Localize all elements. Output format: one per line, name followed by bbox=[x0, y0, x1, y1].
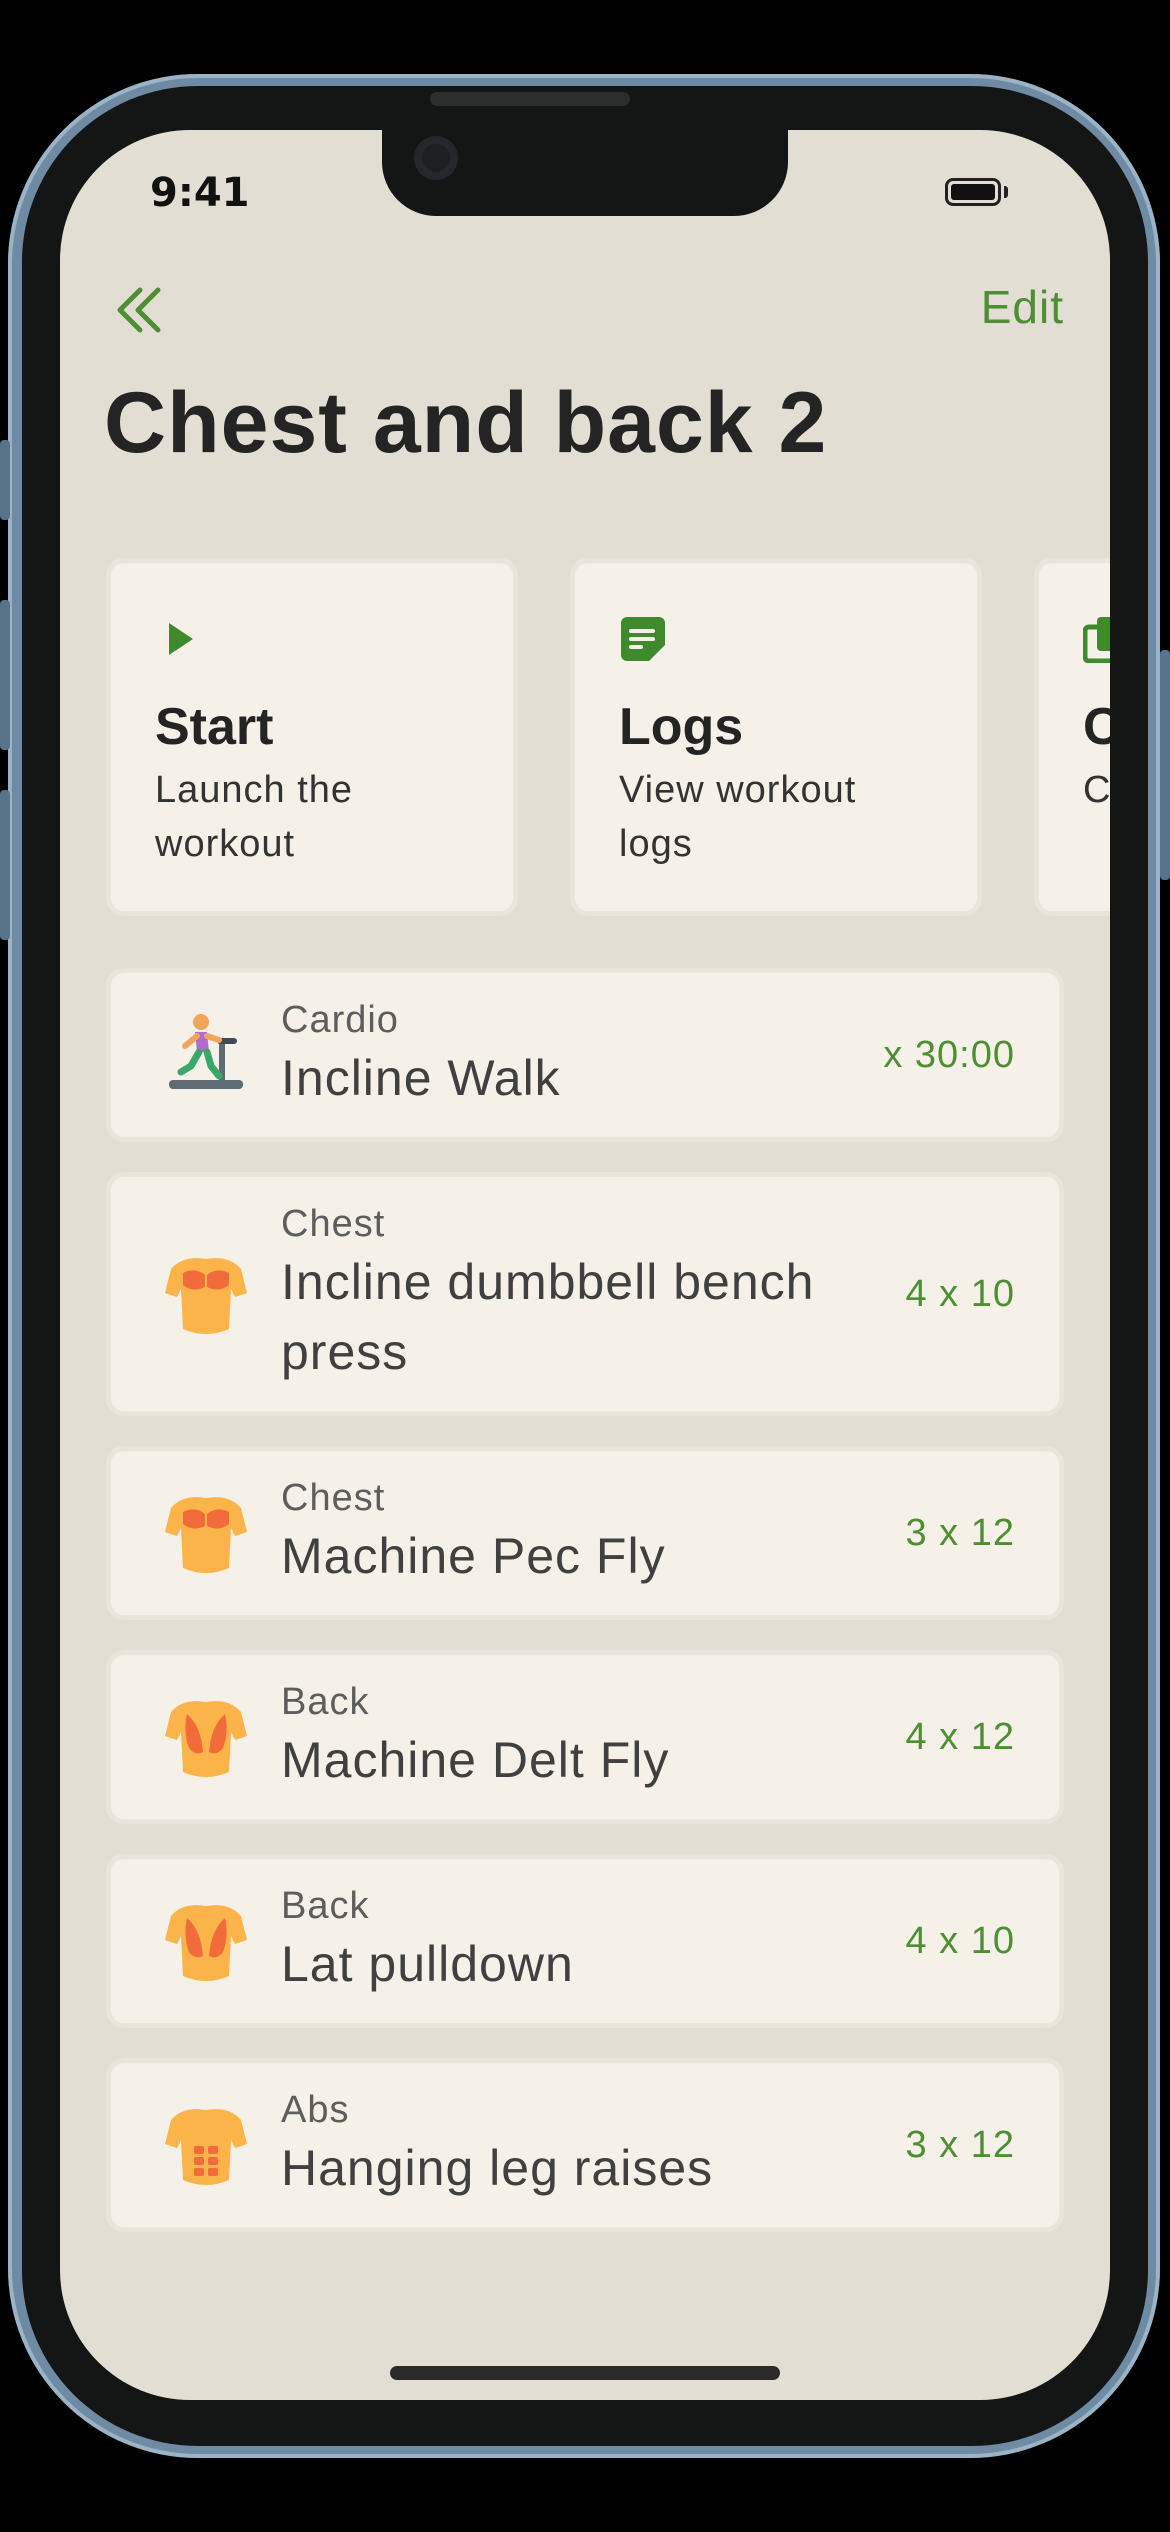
exercise-category: Back bbox=[281, 1681, 370, 1723]
speaker-grille bbox=[430, 92, 630, 106]
exercise-item[interactable]: Back Lat pulldown 4 x 10 bbox=[106, 1854, 1064, 2028]
exercise-name: Incline dumbbell bench press bbox=[281, 1254, 815, 1380]
status-time: 9:41 bbox=[150, 170, 250, 216]
side-button bbox=[1160, 650, 1170, 880]
exercise-category: Chest bbox=[281, 1477, 386, 1519]
exercise-text: Back Lat pulldown bbox=[281, 1883, 885, 1999]
exercise-category: Chest bbox=[281, 1203, 386, 1245]
exercise-sets: 3 x 12 bbox=[905, 2123, 1015, 2166]
battery-cap bbox=[1004, 186, 1008, 198]
edit-button[interactable]: Edit bbox=[981, 280, 1064, 334]
exercise-name: Lat pulldown bbox=[281, 1936, 574, 1992]
exercise-text: Chest Machine Pec Fly bbox=[281, 1475, 885, 1591]
exercise-item[interactable]: Chest Machine Pec Fly 3 x 12 bbox=[106, 1446, 1064, 1620]
exercise-item[interactable]: Abs Hanging leg raises 3 x 12 bbox=[106, 2058, 1064, 2232]
start-card-title: Start bbox=[155, 698, 274, 756]
back-muscle-icon bbox=[165, 1701, 247, 1777]
exercise-name: Machine Pec Fly bbox=[281, 1528, 666, 1584]
exercise-category: Abs bbox=[281, 2089, 350, 2131]
exercise-item[interactable]: Chest Incline dumbbell bench press 4 x 1… bbox=[106, 1172, 1064, 1416]
logs-card[interactable]: Logs View workout logs bbox=[570, 558, 982, 916]
exercise-list: Cardio Incline Walk x 30:00 Chest Inclin… bbox=[106, 968, 1064, 2232]
exercise-text: Cardio Incline Walk bbox=[281, 997, 863, 1113]
exercise-item[interactable]: Cardio Incline Walk x 30:00 bbox=[106, 968, 1064, 1142]
back-muscle-icon bbox=[165, 1905, 247, 1981]
start-card-description: Launch the workout bbox=[155, 769, 354, 865]
exercise-text: Back Machine Delt Fly bbox=[281, 1679, 885, 1795]
front-camera bbox=[414, 136, 458, 180]
exercise-text: Abs Hanging leg raises bbox=[281, 2087, 885, 2203]
side-button bbox=[0, 440, 10, 520]
side-button bbox=[0, 600, 10, 750]
exercise-text: Chest Incline dumbbell bench press bbox=[281, 1201, 885, 1387]
exercise-sets: 3 x 12 bbox=[905, 1511, 1015, 1554]
chest-muscle-icon bbox=[165, 1497, 247, 1573]
logs-card-title: Logs bbox=[619, 698, 744, 756]
copy-card-description: C w bbox=[1083, 769, 1110, 811]
exercise-name: Hanging leg raises bbox=[281, 2140, 714, 2196]
start-card[interactable]: Start Launch the workout bbox=[106, 558, 518, 916]
copy-card-title: C bbox=[1083, 698, 1110, 756]
exercise-category: Back bbox=[281, 1885, 370, 1927]
page-title: Chest and back 2 bbox=[104, 375, 828, 471]
notes-icon bbox=[621, 617, 665, 661]
back-button[interactable] bbox=[110, 280, 170, 340]
exercise-sets: 4 x 12 bbox=[905, 1715, 1015, 1758]
chest-muscle-icon bbox=[165, 1258, 247, 1334]
copy-icon bbox=[1082, 617, 1110, 664]
action-cards: Start Launch the workout Logs View worko… bbox=[106, 558, 1110, 918]
home-indicator[interactable] bbox=[390, 2366, 780, 2380]
exercise-item[interactable]: Back Machine Delt Fly 4 x 12 bbox=[106, 1650, 1064, 1824]
abs-muscle-icon bbox=[165, 2109, 247, 2185]
double-chevron-left-icon bbox=[117, 287, 161, 333]
exercise-name: Machine Delt Fly bbox=[281, 1732, 670, 1788]
treadmill-runner-icon bbox=[169, 1014, 243, 1089]
exercise-category: Cardio bbox=[281, 999, 399, 1041]
exercise-name: Incline Walk bbox=[281, 1050, 561, 1106]
copy-card[interactable]: C C w bbox=[1034, 558, 1110, 916]
app-screen: 9:41 Edit Chest and back 2 Start Launch … bbox=[60, 130, 1110, 2400]
battery-icon bbox=[945, 178, 1001, 206]
exercise-sets: 4 x 10 bbox=[905, 1919, 1015, 1962]
logs-card-description: View workout logs bbox=[619, 769, 857, 865]
exercise-sets: x 30:00 bbox=[883, 1033, 1015, 1076]
exercise-sets: 4 x 10 bbox=[905, 1272, 1015, 1315]
side-button bbox=[0, 790, 10, 940]
play-icon bbox=[169, 623, 193, 655]
